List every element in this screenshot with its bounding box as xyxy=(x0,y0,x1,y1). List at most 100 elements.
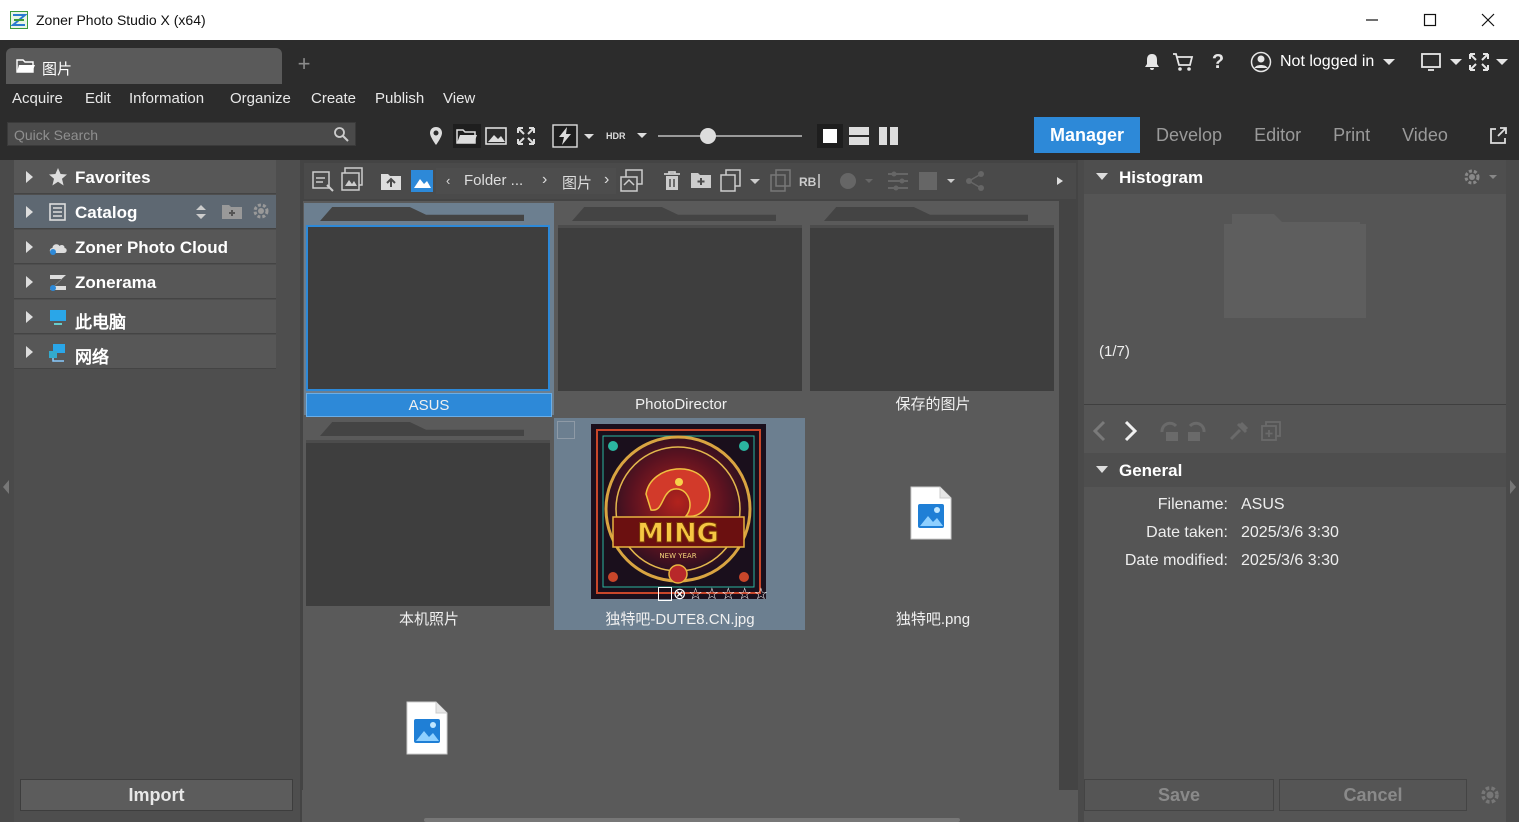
import-button[interactable]: Import xyxy=(20,779,293,811)
nav-item-favorites[interactable]: Favorites xyxy=(14,160,276,194)
collapse-arrow-icon[interactable] xyxy=(1096,173,1108,180)
menu-acquire[interactable]: Acquire xyxy=(12,90,63,107)
menu-information[interactable]: Information xyxy=(129,90,204,107)
breadcrumb-current[interactable]: 图片 xyxy=(562,172,592,193)
sort-icon[interactable] xyxy=(194,203,208,221)
thumbnail-image-file[interactable] xyxy=(304,633,554,793)
mode-develop[interactable]: Develop xyxy=(1140,117,1238,153)
nav-item-this-pc[interactable]: 此电脑 xyxy=(14,300,276,334)
expand-arrow-icon[interactable] xyxy=(26,206,33,218)
mode-manager[interactable]: Manager xyxy=(1034,117,1141,153)
chevron-right-icon[interactable]: › xyxy=(542,171,547,189)
fullscreen-view-button[interactable] xyxy=(514,124,538,148)
maximize-button[interactable] xyxy=(1401,0,1459,40)
help-button[interactable]: ? xyxy=(1208,50,1228,74)
select-icon[interactable] xyxy=(312,169,334,193)
cart-button[interactable] xyxy=(1172,50,1194,74)
duplicate-icon[interactable] xyxy=(770,169,792,193)
current-folder-icon[interactable] xyxy=(410,169,434,193)
scrollbar-thumb[interactable] xyxy=(424,818,960,822)
account-menu[interactable]: Not logged in xyxy=(1250,50,1396,74)
batch-icon[interactable] xyxy=(340,167,364,193)
share-icon[interactable] xyxy=(964,169,986,193)
expand-arrow-icon[interactable] xyxy=(26,346,33,358)
tools-icon[interactable] xyxy=(1228,420,1250,442)
thumbnail-size-slider[interactable] xyxy=(658,128,802,144)
add-to-batch-icon[interactable] xyxy=(1260,420,1282,442)
chevron-left-icon[interactable]: ‹ xyxy=(446,173,450,188)
layout-horizontal-button[interactable] xyxy=(847,124,871,148)
expand-arrow-icon[interactable] xyxy=(26,311,33,323)
nav-item-zonerama[interactable]: Zonerama xyxy=(14,265,276,299)
expand-arrow-icon[interactable] xyxy=(26,276,33,288)
browser-view-button[interactable] xyxy=(453,124,481,148)
thumbnail-folder-photodirector[interactable]: PhotoDirector xyxy=(556,203,806,415)
gear-icon[interactable] xyxy=(251,201,271,221)
nav-item-zoner-photo-cloud[interactable]: Zoner Photo Cloud xyxy=(14,230,276,264)
mode-print[interactable]: Print xyxy=(1317,117,1386,153)
quick-search[interactable]: Quick Search xyxy=(7,122,356,146)
expand-arrow-icon[interactable] xyxy=(26,171,33,183)
info-value[interactable]: 2025/3/6 3:30 xyxy=(1241,552,1339,570)
thumbnail-folder-local-photos[interactable]: 本机照片 xyxy=(304,418,554,630)
more-actions-icon[interactable] xyxy=(1056,176,1064,186)
hdr-button[interactable]: HDR xyxy=(606,124,650,148)
copy-move-icon[interactable] xyxy=(720,169,762,193)
thumbnail-image-jpg[interactable]: MING NEW YEAR ⊗ ☆ ☆ ☆ ☆ ☆ 独特吧-DUTE8.CN.j… xyxy=(554,418,805,630)
menu-organize[interactable]: Organize xyxy=(230,90,291,107)
vertical-scrollbar[interactable] xyxy=(1060,203,1076,790)
select-checkbox[interactable] xyxy=(557,421,575,439)
horizontal-scrollbar[interactable] xyxy=(302,790,1078,822)
folder-up-icon[interactable] xyxy=(380,170,402,192)
reject-icon[interactable]: ⊗ xyxy=(673,584,687,604)
notifications-button[interactable] xyxy=(1142,50,1162,74)
star-rating-3[interactable]: ☆ xyxy=(721,584,736,604)
menu-create[interactable]: Create xyxy=(311,90,356,107)
close-button[interactable] xyxy=(1459,0,1517,40)
collapse-arrow-icon[interactable] xyxy=(1096,466,1108,473)
rename-icon[interactable]: RB xyxy=(798,171,822,191)
slider-handle[interactable] xyxy=(700,128,716,144)
collapse-right-panel-arrow[interactable] xyxy=(1510,480,1516,494)
layout-single-button[interactable] xyxy=(817,124,843,148)
previous-arrow-icon[interactable] xyxy=(1090,420,1110,442)
thumbnail-image-png[interactable]: 独特吧.png xyxy=(808,418,1058,630)
layout-vertical-button[interactable] xyxy=(877,124,901,148)
preview-button[interactable] xyxy=(484,124,508,148)
add-folder-icon[interactable] xyxy=(221,202,243,220)
info-value[interactable]: 2025/3/6 3:30 xyxy=(1241,524,1339,542)
collapse-left-panel-arrow[interactable] xyxy=(3,480,9,494)
menu-edit[interactable]: Edit xyxy=(85,90,111,107)
filter-icon[interactable] xyxy=(886,170,910,192)
gear-icon[interactable] xyxy=(1478,783,1502,807)
new-folder-icon[interactable] xyxy=(690,170,712,190)
general-header[interactable]: General xyxy=(1084,453,1506,487)
sync-folder-icon[interactable] xyxy=(620,169,644,193)
cancel-button[interactable]: Cancel xyxy=(1279,779,1467,811)
trash-icon[interactable] xyxy=(662,170,682,192)
nav-item-catalog[interactable]: Catalog xyxy=(14,195,276,229)
color-label-icon[interactable] xyxy=(838,170,876,192)
mode-editor[interactable]: Editor xyxy=(1238,117,1317,153)
mode-video[interactable]: Video xyxy=(1386,117,1464,153)
thumbnail-folder-asus[interactable]: ASUS xyxy=(304,203,554,417)
menu-publish[interactable]: Publish xyxy=(375,90,424,107)
monitor-menu-button[interactable] xyxy=(1420,50,1462,74)
star-rating-2[interactable]: ☆ xyxy=(705,584,720,604)
next-arrow-icon[interactable] xyxy=(1120,420,1140,442)
rotate-right-icon[interactable] xyxy=(1186,420,1208,442)
chevron-right-icon[interactable]: › xyxy=(604,171,609,189)
fullscreen-menu-button[interactable] xyxy=(1468,50,1510,74)
info-value[interactable]: ASUS xyxy=(1241,496,1285,514)
menu-view[interactable]: View xyxy=(443,90,475,107)
open-external-button[interactable] xyxy=(1486,124,1510,148)
nav-item-network[interactable]: 网络 xyxy=(14,335,276,369)
map-button[interactable] xyxy=(424,124,448,148)
tab-pictures[interactable]: 图片 xyxy=(6,48,282,84)
minimize-button[interactable] xyxy=(1343,0,1401,40)
histogram-header[interactable]: Histogram xyxy=(1084,160,1506,194)
export-icon[interactable] xyxy=(918,169,958,193)
star-rating-4[interactable]: ☆ xyxy=(737,584,752,604)
thumbnail-folder-saved-pictures[interactable]: 保存的图片 xyxy=(808,203,1058,415)
expand-arrow-icon[interactable] xyxy=(26,241,33,253)
